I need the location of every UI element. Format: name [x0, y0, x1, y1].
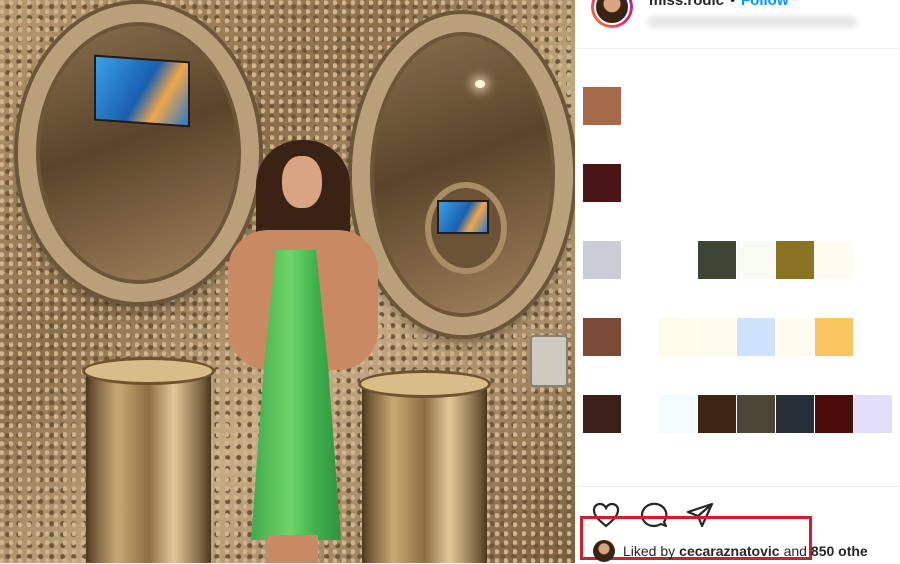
- swatch-row3: [737, 241, 775, 279]
- likes-others[interactable]: 850 othe: [811, 543, 868, 559]
- post-sidebar: miss.rodic • Follow Liked by cecaraznato…: [575, 0, 900, 563]
- mirror-right: [352, 14, 573, 335]
- swatch-row5: [815, 395, 853, 433]
- swatch-row4: [659, 318, 697, 356]
- person-face: [282, 156, 322, 208]
- tv-screen-reflection: [94, 54, 190, 128]
- swatch-row3: [815, 241, 853, 279]
- username[interactable]: miss.rodic: [649, 0, 724, 9]
- swatch-left: [583, 164, 621, 202]
- liker-username[interactable]: cecaraznatovic: [679, 543, 779, 559]
- likes-connector: and: [783, 543, 807, 559]
- post-photo[interactable]: [0, 0, 575, 563]
- swatch-row5: [737, 395, 775, 433]
- mirror-reflection-small: [425, 182, 507, 274]
- mirror-left: [18, 4, 259, 302]
- swatch-left: [583, 241, 621, 279]
- swatch-left: [583, 87, 621, 125]
- likes-summary: Liked by cecaraznatovic and 850 othe: [593, 539, 900, 563]
- blurred-location: [647, 16, 857, 28]
- wall-switch: [530, 335, 568, 387]
- sink-pedestal-right: [358, 370, 491, 563]
- swatch-row5: [776, 395, 814, 433]
- swatch-row5: [659, 395, 697, 433]
- swatch-row5: [698, 395, 736, 433]
- ceiling-light: [475, 80, 485, 88]
- separator-dot: •: [730, 0, 736, 9]
- swatch-row3: [698, 241, 736, 279]
- liker-avatar[interactable]: [593, 540, 615, 562]
- likes-prefix: Liked by: [623, 543, 676, 559]
- swatch-left: [583, 318, 621, 356]
- post-header: miss.rodic • Follow: [575, 0, 900, 49]
- follow-button[interactable]: Follow: [741, 0, 789, 9]
- swatch-row4: [737, 318, 775, 356]
- swatch-left: [583, 395, 621, 433]
- swatch-row3: [776, 241, 814, 279]
- swatch-row4: [698, 318, 736, 356]
- swatch-row4: [815, 318, 853, 356]
- tv-screen-reflection-small: [437, 200, 489, 234]
- person-legs: [268, 535, 318, 563]
- swatch-row5: [854, 395, 892, 433]
- swatch-row4: [776, 318, 814, 356]
- sink-pedestal-left: [82, 357, 215, 563]
- avatar[interactable]: [591, 0, 633, 28]
